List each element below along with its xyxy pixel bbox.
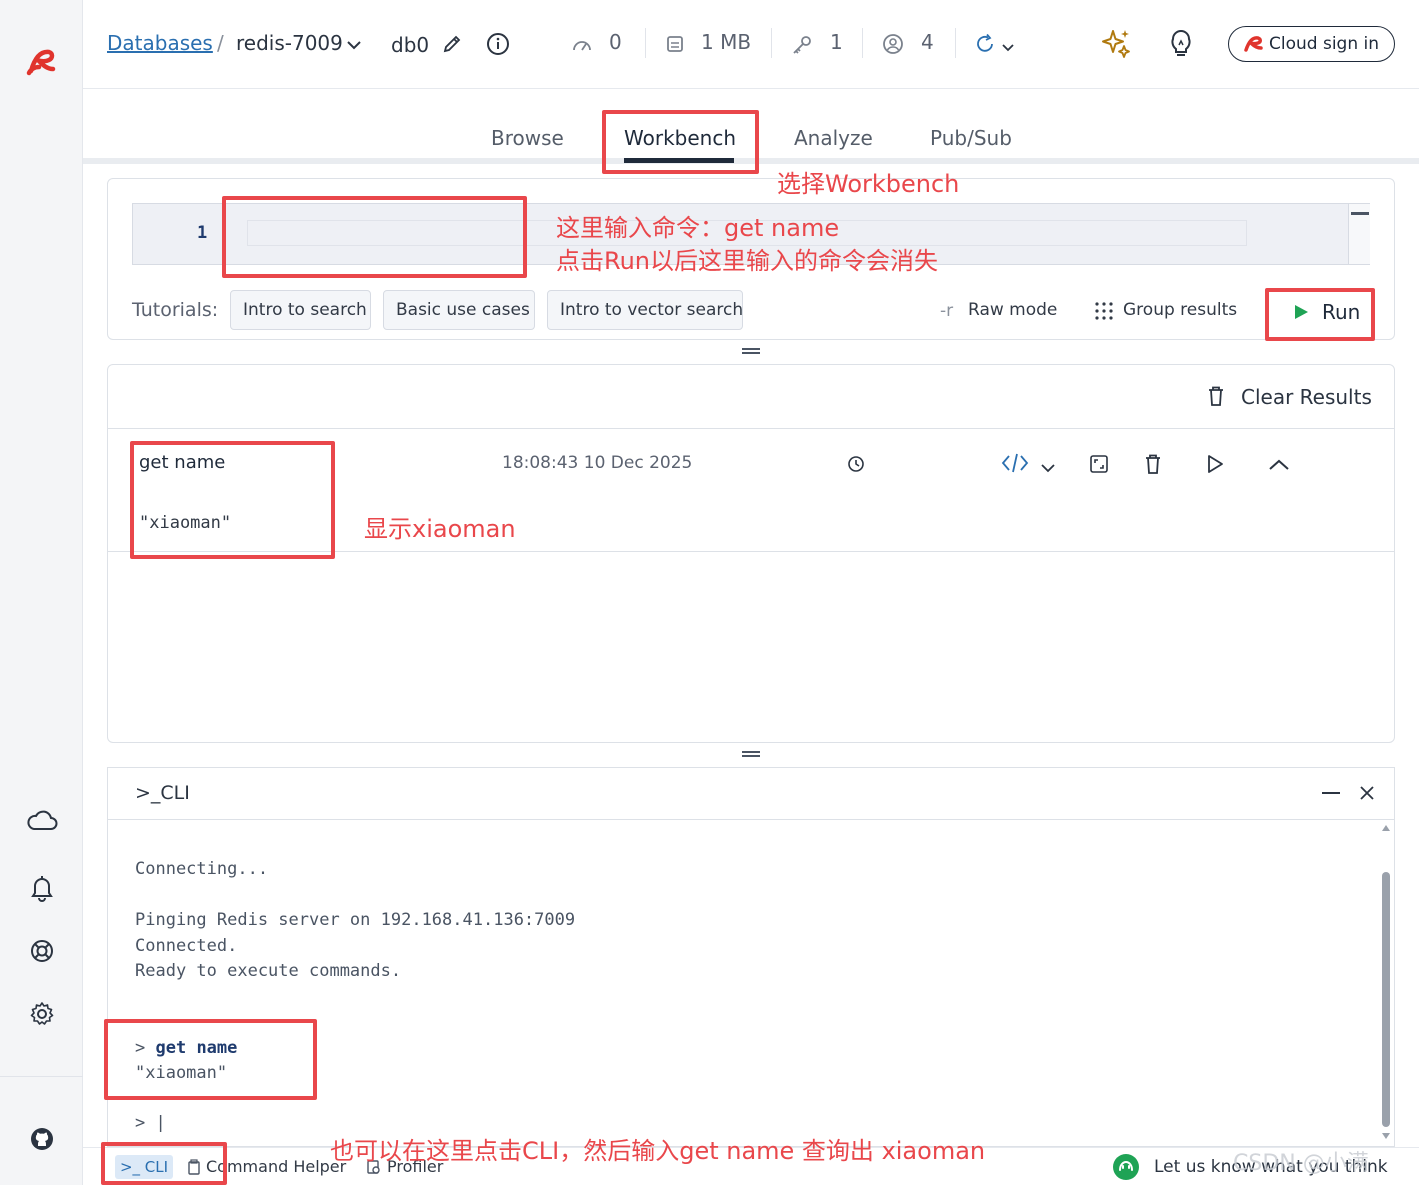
cpu-gauge-icon bbox=[571, 34, 593, 58]
annotation-box-cli-button bbox=[101, 1142, 227, 1185]
annotation-box-cli-output bbox=[104, 1019, 317, 1100]
raw-mode-icon: -r bbox=[940, 301, 954, 321]
memory-icon bbox=[665, 34, 685, 58]
pencil-icon[interactable] bbox=[442, 34, 462, 58]
feedback-icon[interactable] bbox=[1112, 1153, 1140, 1185]
memory-stat: 1 MB bbox=[701, 30, 752, 54]
tutorial-basic-use-cases-button[interactable]: Basic use cases bbox=[383, 290, 535, 330]
cloud-sign-in-label: Cloud sign in bbox=[1269, 34, 1380, 54]
sidebar-divider bbox=[0, 1076, 83, 1077]
clients-stat: 4 bbox=[921, 30, 934, 54]
sidebar bbox=[0, 0, 83, 1185]
info-icon[interactable] bbox=[486, 32, 510, 60]
tab-browse[interactable]: Browse bbox=[491, 126, 564, 150]
annotation-editor-text-line2: 点击Run以后这里输入的命令会消失 bbox=[556, 247, 939, 275]
gear-icon[interactable] bbox=[22, 994, 62, 1034]
trash-icon bbox=[1207, 385, 1225, 411]
clear-results-button[interactable]: Clear Results bbox=[1241, 385, 1372, 409]
lifebuoy-icon[interactable] bbox=[22, 931, 62, 971]
breadcrumb-separator: / bbox=[217, 31, 224, 55]
cli-title: >_CLI bbox=[135, 782, 190, 804]
raw-mode-toggle[interactable]: Raw mode bbox=[968, 300, 1057, 320]
minimize-icon[interactable] bbox=[1322, 792, 1340, 794]
fullscreen-icon[interactable] bbox=[1089, 454, 1109, 478]
tutorials-label: Tutorials: bbox=[132, 299, 219, 321]
keys-stat: 1 bbox=[830, 30, 843, 54]
annotation-editor-text-line1: 这里输入命令：get name bbox=[556, 214, 840, 242]
refresh-chevron-down-icon[interactable] bbox=[1001, 38, 1015, 57]
cli-output-line: Connecting... bbox=[135, 859, 269, 879]
editor-resize-handle[interactable] bbox=[742, 348, 760, 354]
lightbulb-icon[interactable] bbox=[1168, 29, 1194, 63]
results-resize-handle[interactable] bbox=[742, 751, 760, 757]
annotation-box-editor bbox=[222, 196, 527, 278]
db-index: db0 bbox=[391, 33, 430, 57]
chevron-down-icon[interactable] bbox=[346, 36, 362, 55]
cli-output-line: Pinging Redis server on 192.168.41.136:7… bbox=[135, 910, 576, 930]
database-name[interactable]: redis-7009 bbox=[236, 31, 343, 55]
annotation-box-run bbox=[1265, 288, 1375, 341]
ai-sparkle-icon[interactable] bbox=[1099, 27, 1133, 65]
stat-divider bbox=[645, 28, 646, 58]
editor-line-number: 1 bbox=[197, 223, 208, 243]
annotation-box-workbench bbox=[602, 110, 759, 174]
annotation-workbench-text: 选择Workbench bbox=[777, 170, 960, 198]
cli-output-line: Ready to execute commands. bbox=[135, 961, 402, 981]
stat-divider bbox=[771, 28, 772, 58]
redis-logo-icon[interactable] bbox=[22, 42, 62, 82]
tutorial-intro-to-search-button[interactable]: Intro to search bbox=[230, 290, 371, 330]
key-icon bbox=[791, 34, 813, 60]
close-icon[interactable] bbox=[1359, 785, 1375, 805]
code-view-icon[interactable] bbox=[1001, 451, 1029, 479]
editor-scrollbar[interactable] bbox=[1348, 204, 1370, 264]
tutorial-intro-to-vector-search-button[interactable]: Intro to vector search bbox=[547, 290, 743, 330]
github-icon[interactable] bbox=[22, 1119, 62, 1159]
command-helper-button[interactable]: Command Helper bbox=[206, 1157, 346, 1176]
cli-header: >_CLI bbox=[108, 768, 1394, 820]
csdn-watermark: CSDN @小满 bbox=[1233, 1151, 1369, 1176]
annotation-result-text: 显示xiaoman bbox=[364, 515, 516, 543]
refresh-icon[interactable] bbox=[974, 33, 996, 59]
tab-pubsub[interactable]: Pub/Sub bbox=[930, 126, 1012, 150]
group-results-icon bbox=[1094, 301, 1114, 325]
delete-result-icon[interactable] bbox=[1144, 453, 1162, 479]
redis-cloud-logo-icon bbox=[1244, 36, 1263, 52]
cli-output-line: Connected. bbox=[135, 936, 238, 956]
cli-scrollbar[interactable] bbox=[1380, 822, 1392, 1144]
stat-divider bbox=[862, 28, 863, 58]
view-chevron-down-icon[interactable] bbox=[1040, 458, 1056, 477]
rerun-play-icon[interactable] bbox=[1205, 454, 1225, 478]
stat-divider bbox=[955, 28, 956, 58]
annotation-cli-text: 也可以在这里点击CLI，然后输入get name 查询出 xiaoman bbox=[330, 1137, 986, 1165]
collapse-chevron-up-icon[interactable] bbox=[1268, 457, 1290, 476]
cpu-stat: 0 bbox=[609, 30, 622, 54]
cloud-icon[interactable] bbox=[22, 800, 62, 840]
cloud-sign-in-button[interactable]: Cloud sign in bbox=[1228, 26, 1395, 62]
clock-icon bbox=[847, 455, 865, 477]
result-timestamp: 18:08:43 10 Dec 2025 bbox=[502, 453, 693, 473]
cli-input[interactable]: > | bbox=[135, 1113, 166, 1133]
annotation-box-result bbox=[130, 441, 335, 559]
bell-icon[interactable] bbox=[22, 868, 62, 908]
breadcrumb-databases-link[interactable]: Databases bbox=[107, 31, 213, 55]
group-results-toggle[interactable]: Group results bbox=[1123, 300, 1237, 320]
header: Databases / redis-7009 db0 0 1 MB 1 4 Cl… bbox=[83, 0, 1419, 89]
tab-analyze[interactable]: Analyze bbox=[794, 126, 873, 150]
clients-icon bbox=[882, 33, 904, 59]
